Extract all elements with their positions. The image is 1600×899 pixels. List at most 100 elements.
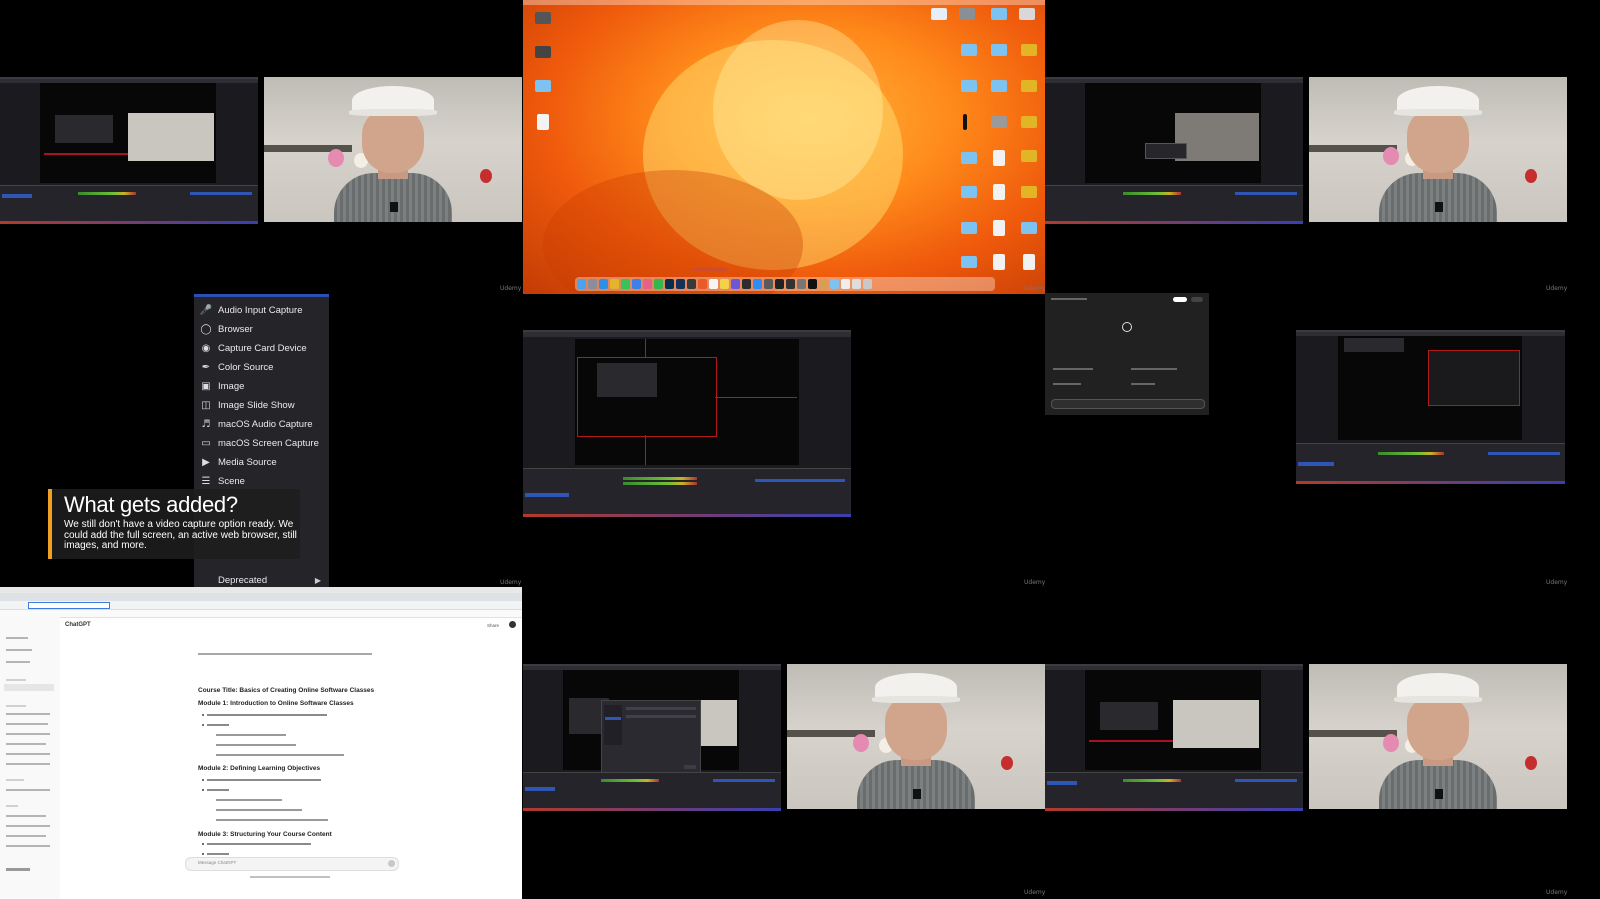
folder-icon[interactable] [830,279,839,289]
folder-icon[interactable] [991,44,1007,56]
folder-icon[interactable] [961,80,977,92]
sidebar-item[interactable] [6,637,28,639]
document-icon[interactable] [841,279,850,289]
dialog-list[interactable] [604,705,622,745]
folder-icon[interactable] [961,222,977,234]
trash-icon[interactable] [863,279,872,289]
notes-icon[interactable] [720,279,729,289]
sidebar-item[interactable] [6,825,50,827]
avatar[interactable] [509,621,516,628]
drive-icon[interactable] [991,116,1007,128]
app-icon[interactable] [797,279,806,289]
menu-item-browser[interactable]: ◯ Browser [194,320,329,338]
menu-item-media-source[interactable]: ▶ Media Source [194,453,329,471]
suggestion-card[interactable] [1131,368,1177,370]
properties-dialog[interactable] [601,700,701,774]
sidebar-item-active[interactable] [4,684,54,691]
folder-icon[interactable] [961,186,977,198]
drive-icon[interactable] [1021,44,1037,56]
sidebar-item[interactable] [6,723,48,725]
menu-item-image[interactable]: ▣ Image [194,377,329,395]
document-icon[interactable] [993,254,1005,270]
menu-item-image-slide-show[interactable]: ◫ Image Slide Show [194,396,329,414]
terminal-icon[interactable] [808,279,817,289]
appstore-icon[interactable] [753,279,762,289]
photos-icon[interactable] [643,279,652,289]
menu-item-audio-input-capture[interactable]: 🎤 Audio Input Capture [194,301,329,319]
drive-icon[interactable] [1021,80,1037,92]
mail-icon[interactable] [632,279,641,289]
desktop-icon[interactable] [535,46,551,58]
menu-item-macos-audio-capture[interactable]: ♬ macOS Audio Capture [194,415,329,433]
folder-icon[interactable] [1019,8,1035,20]
menu-item-color-source[interactable]: ✒ Color Source [194,358,329,376]
app-icon[interactable] [931,8,947,20]
calendar-icon[interactable] [709,279,718,289]
folder-icon[interactable] [991,80,1007,92]
sidebar-item[interactable] [6,763,50,765]
app-icon[interactable] [819,279,828,289]
signup-button[interactable] [1191,297,1203,302]
facetime-icon[interactable] [654,279,663,289]
sidebar-item[interactable] [6,733,50,735]
folder-icon[interactable] [991,8,1007,20]
sidebar-item[interactable] [6,845,50,847]
obs-icon[interactable] [775,279,784,289]
document-icon[interactable] [537,114,549,130]
sidebar-item[interactable] [6,815,46,817]
dialog-field[interactable] [626,707,696,710]
safari-icon[interactable] [599,279,608,289]
sidebar-item[interactable] [6,789,50,791]
suggestion-card[interactable] [1053,383,1081,385]
photoshop-icon[interactable] [665,279,674,289]
message-input[interactable]: Message ChatGPT [185,857,399,871]
app-icon[interactable] [963,114,967,130]
send-button[interactable] [388,860,395,867]
document-icon[interactable] [1023,254,1035,270]
drive-icon[interactable] [1021,150,1037,162]
app-icon[interactable] [742,279,751,289]
folder-icon[interactable] [535,80,551,92]
document-icon[interactable] [993,184,1005,200]
desktop-icon[interactable] [535,12,551,24]
drive-icon[interactable] [959,8,975,20]
chrome-icon[interactable] [610,279,619,289]
preview-nested [1428,350,1520,406]
sidebar-item[interactable] [6,753,50,755]
share-button[interactable]: Share [487,623,499,628]
menu-item-macos-screen-capture[interactable]: ▭ macOS Screen Capture [194,434,329,452]
document-icon[interactable] [852,279,861,289]
sidebar-item[interactable] [6,743,46,745]
sidebar-item[interactable] [6,835,46,837]
drive-icon[interactable] [1021,186,1037,198]
sidebar-item[interactable] [6,713,50,715]
app-icon[interactable] [698,279,707,289]
finder-icon[interactable] [577,279,586,289]
suggestion-card[interactable] [1131,383,1155,385]
folder-icon[interactable] [961,44,977,56]
messages-icon[interactable] [621,279,630,289]
app-icon[interactable] [764,279,773,289]
folder-icon[interactable] [961,256,977,268]
sidebar-item[interactable] [6,649,32,651]
document-icon[interactable] [993,220,1005,236]
document-icon[interactable] [993,150,1005,166]
folder-icon[interactable] [961,152,977,164]
menu-item-scene[interactable]: ☰ Scene [194,472,329,490]
message-input[interactable] [1051,399,1205,409]
sidebar-item[interactable] [6,661,30,663]
bullet [202,714,204,716]
dialog-ok-button[interactable] [684,765,696,769]
dialog-field[interactable] [626,715,696,718]
app-icon[interactable] [687,279,696,289]
launchpad-icon[interactable] [588,279,597,289]
login-button[interactable] [1173,297,1187,302]
drive-icon[interactable] [1021,116,1037,128]
chatgpt-icon[interactable] [786,279,795,289]
app-icon[interactable] [731,279,740,289]
folder-icon[interactable] [1021,222,1037,234]
user-profile[interactable] [6,868,30,871]
suggestion-card[interactable] [1053,368,1093,370]
menu-item-capture-card-device[interactable]: ◉ Capture Card Device [194,339,329,357]
lightroom-icon[interactable] [676,279,685,289]
